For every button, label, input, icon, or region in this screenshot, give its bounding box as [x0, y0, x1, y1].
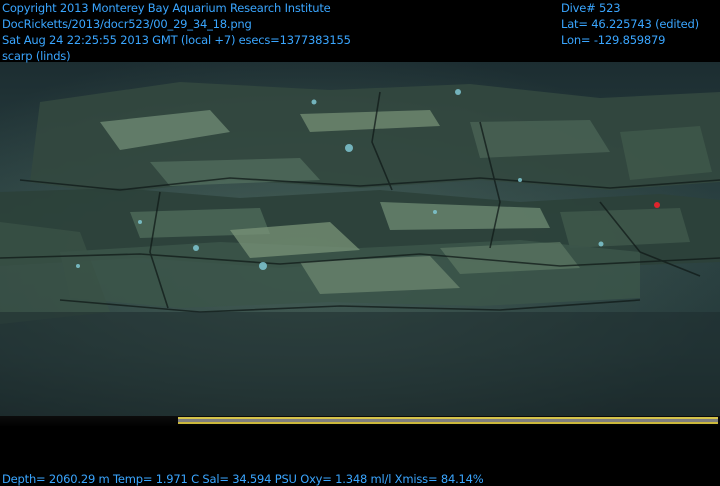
longitude: Lon= -129.859879: [561, 33, 666, 47]
rov-tray-edge: [178, 417, 718, 424]
image-path: DocRicketts/2013/docr523/00_29_34_18.png: [2, 17, 252, 31]
timestamp: Sat Aug 24 22:25:55 2013 GMT (local +7) …: [2, 33, 351, 47]
sensor-readout: Depth= 2060.29 m Temp= 1.971 C Sal= 34.5…: [2, 472, 484, 486]
dive-number: Dive# 523: [561, 1, 621, 15]
rock-ledges-upper: [30, 82, 720, 194]
latitude: Lat= 46.225743 (edited): [561, 17, 699, 31]
copyright-line: Copyright 2013 Monterey Bay Aquarium Res…: [2, 1, 331, 15]
red-organism: [654, 202, 660, 208]
annotation: scarp (linds): [2, 49, 71, 63]
seafloor-photo: [0, 62, 720, 426]
overlay-top-left: Copyright 2013 Monterey Bay Aquarium Res…: [2, 0, 351, 64]
overlay-top-right: Dive# 523 Lat= 46.225743 (edited) Lon= -…: [561, 0, 699, 48]
video-frame: Copyright 2013 Monterey Bay Aquarium Res…: [0, 0, 720, 486]
